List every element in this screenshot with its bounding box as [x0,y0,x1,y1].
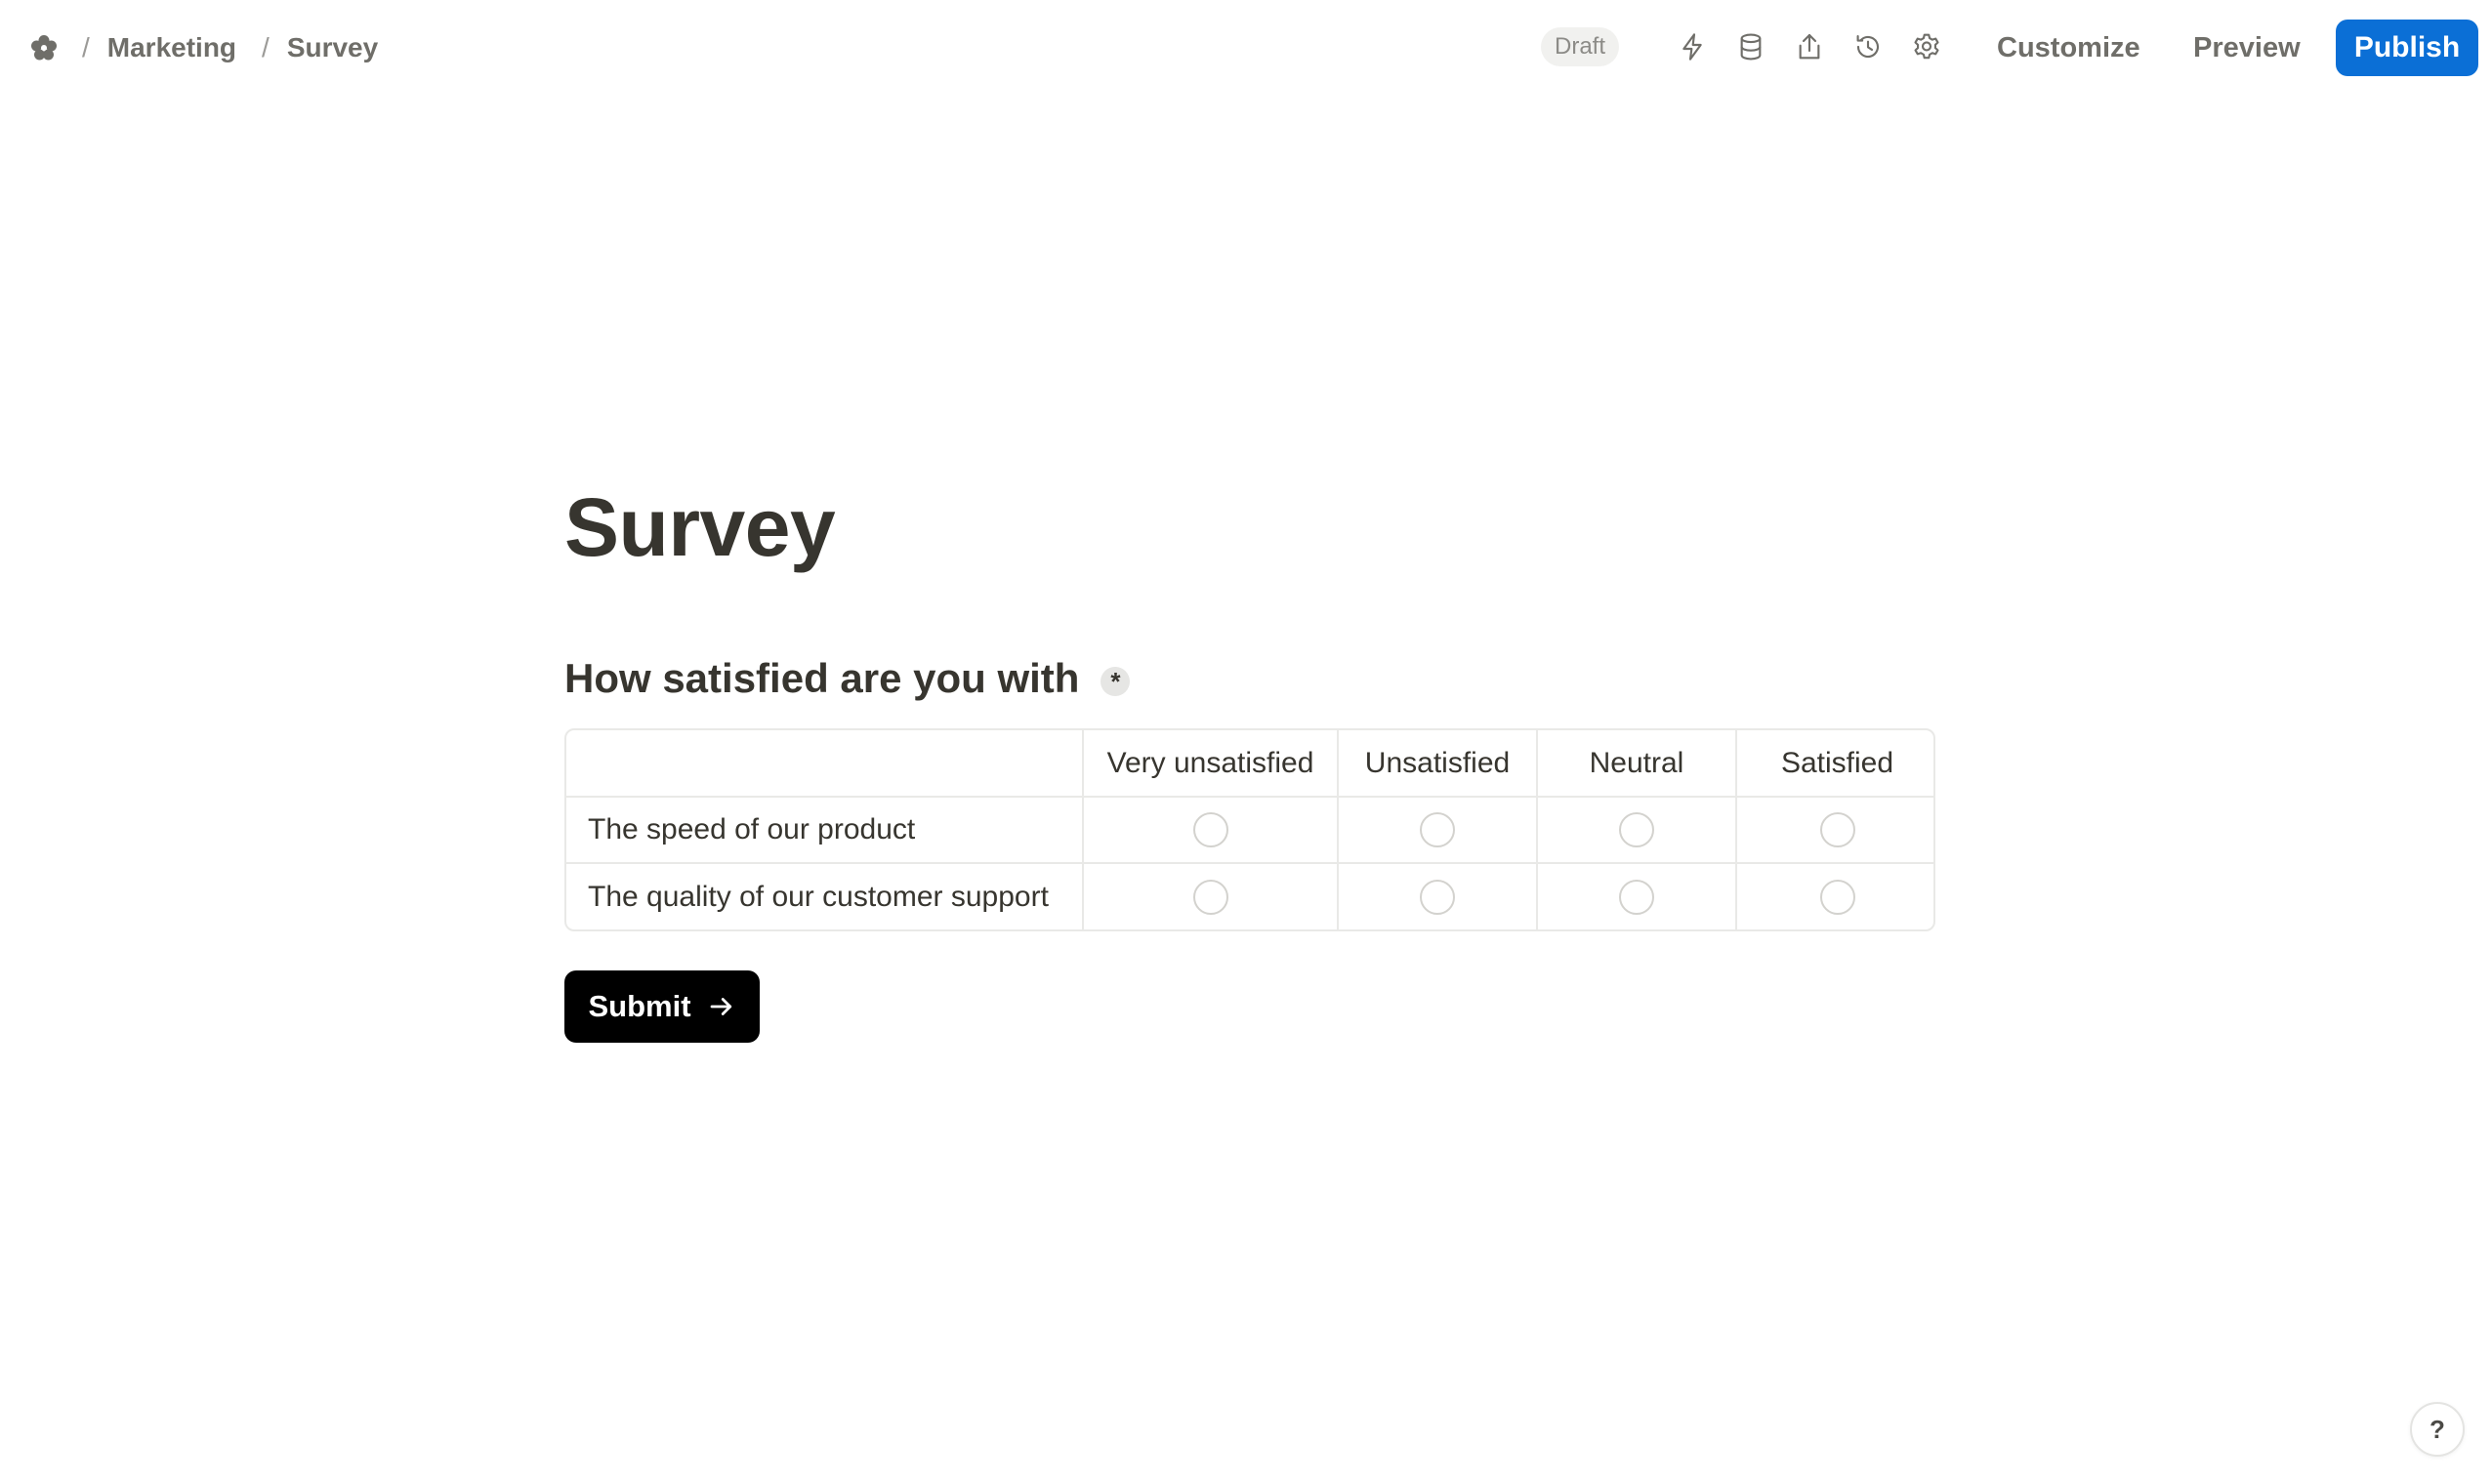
toolbar: Draft Customize Preview Publish [0,20,2492,76]
radio-speed-very-unsatisfied[interactable] [1192,812,1228,848]
top-bar: / Marketing / Survey Draft Customize Pre… [0,0,2492,96]
matrix-row: The quality of our customer support [566,863,1933,929]
radio-speed-neutral[interactable] [1619,812,1654,848]
question-header: How satisfied are you with * [564,652,1131,705]
submit-label: Submit [588,989,691,1023]
arrow-right-icon [707,992,736,1021]
question-label: How satisfied are you with [564,655,1080,701]
radio-speed-unsatisfied[interactable] [1420,812,1455,848]
help-button[interactable]: ? [2410,1402,2465,1457]
column-header-neutral: Neutral [1537,730,1737,798]
column-header-unsatisfied: Unsatisfied [1338,730,1538,798]
column-header-very-unsatisfied: Very unsatisfied [1083,730,1339,798]
row-label-customer-support: The quality of our customer support [566,863,1084,929]
column-header-satisfied: Satisfied [1736,730,1933,798]
matrix-corner-cell [566,730,1084,798]
gear-icon[interactable] [1907,27,1946,66]
radio-support-satisfied[interactable] [1819,879,1855,915]
customize-button[interactable]: Customize [1997,23,2140,72]
matrix-row: The speed of our product [566,797,1933,864]
preview-button[interactable]: Preview [2193,23,2301,72]
row-label-product-speed: The speed of our product [566,797,1084,864]
page-title: Survey [564,481,836,573]
radio-support-unsatisfied[interactable] [1420,879,1455,915]
required-indicator: * [1101,667,1131,696]
share-icon[interactable] [1790,27,1829,66]
submit-button[interactable]: Submit [564,970,760,1043]
status-badge: Draft [1541,27,1620,66]
radio-support-neutral[interactable] [1619,879,1654,915]
database-icon[interactable] [1731,27,1770,66]
matrix-header-row: Very unsatisfied Unsatisfied Neutral Sat… [566,730,1933,798]
lightning-icon[interactable] [1673,27,1712,66]
satisfaction-matrix: Very unsatisfied Unsatisfied Neutral Sat… [564,728,1935,931]
publish-button[interactable]: Publish [2336,20,2478,76]
history-icon[interactable] [1848,27,1888,66]
radio-support-very-unsatisfied[interactable] [1192,879,1228,915]
radio-speed-satisfied[interactable] [1819,812,1855,848]
